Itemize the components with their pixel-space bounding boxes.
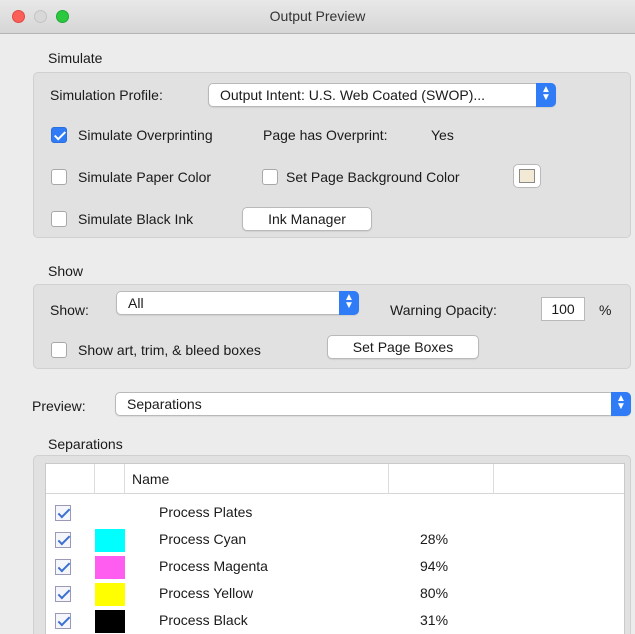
- title-bar: Output Preview: [0, 0, 635, 34]
- column-divider: [493, 464, 494, 494]
- separation-visibility-checkbox[interactable]: [55, 613, 71, 629]
- simulate-black-ink-checkbox[interactable]: [51, 211, 67, 227]
- warning-opacity-label: Warning Opacity:: [390, 302, 497, 318]
- show-label: Show:: [50, 302, 89, 318]
- separation-coverage-value: 28%: [420, 531, 449, 547]
- simulation-profile-select[interactable]: Output Intent: U.S. Web Coated (SWOP)...…: [208, 83, 556, 107]
- separation-color-swatch: [95, 529, 125, 552]
- separation-visibility-checkbox[interactable]: [55, 505, 71, 521]
- separation-name: Process Magenta: [159, 558, 268, 574]
- simulate-overprinting-checkbox[interactable]: [51, 127, 67, 143]
- show-boxes-checkbox[interactable]: [51, 342, 67, 358]
- simulate-overprinting-label: Simulate Overprinting: [78, 127, 213, 143]
- show-select[interactable]: All ▲ ▼: [116, 291, 359, 315]
- ink-manager-button[interactable]: Ink Manager: [242, 207, 372, 231]
- separation-color-swatch: [95, 583, 125, 606]
- set-page-background-color-checkbox[interactable]: [262, 169, 278, 185]
- simulate-paper-color-label: Simulate Paper Color: [78, 169, 212, 185]
- simulate-group: Simulation Profile: Output Intent: U.S. …: [33, 72, 631, 238]
- separation-visibility-checkbox[interactable]: [55, 532, 71, 548]
- simulate-section-label: Simulate: [48, 50, 103, 66]
- separation-visibility-checkbox[interactable]: [55, 586, 71, 602]
- separation-coverage-value: 31%: [420, 612, 449, 628]
- separation-row[interactable]: Process Black 31%: [46, 608, 624, 634]
- separation-name: Process Yellow: [159, 585, 254, 601]
- percent-label: %: [599, 302, 612, 318]
- separation-color-swatch: [95, 610, 125, 633]
- separation-row[interactable]: Process Plates: [46, 500, 624, 527]
- preview-label: Preview:: [32, 398, 86, 414]
- separations-table-header: Name: [46, 464, 624, 494]
- set-page-boxes-button[interactable]: Set Page Boxes: [327, 335, 479, 359]
- separation-coverage-value: 94%: [420, 558, 449, 574]
- simulate-paper-color-checkbox[interactable]: [51, 169, 67, 185]
- separations-section-label: Separations: [48, 436, 123, 452]
- separation-row[interactable]: Process Cyan 28%: [46, 527, 624, 554]
- preview-select[interactable]: Separations ▲ ▼: [115, 392, 631, 416]
- separation-coverage-value: 80%: [420, 585, 449, 601]
- popup-stepper-icon: ▲ ▼: [339, 291, 359, 315]
- separations-table: Name Process Plates Process Cyan 28% Proces…: [45, 463, 625, 634]
- separations-group: Name Process Plates Process Cyan 28% Proces…: [33, 455, 631, 634]
- show-value: All: [128, 295, 144, 311]
- separation-visibility-checkbox[interactable]: [55, 559, 71, 575]
- show-group: Show: All ▲ ▼ Warning Opacity: 100 % Show…: [33, 284, 631, 369]
- simulation-profile-value: Output Intent: U.S. Web Coated (SWOP)...: [220, 87, 486, 103]
- separation-color-swatch: [95, 556, 125, 579]
- warning-opacity-input[interactable]: 100: [541, 297, 585, 321]
- page-has-overprint-value: Yes: [431, 127, 454, 143]
- page-background-color-swatch[interactable]: [513, 164, 541, 188]
- show-section-label: Show: [48, 263, 84, 279]
- popup-stepper-icon: ▲ ▼: [611, 392, 631, 416]
- page-has-overprint-label: Page has Overprint:: [263, 127, 388, 143]
- preview-value: Separations: [127, 396, 202, 412]
- background-color-swatch-fill: [519, 169, 535, 183]
- simulate-black-ink-label: Simulate Black Ink: [78, 211, 194, 227]
- column-header-name[interactable]: Name: [132, 471, 169, 487]
- separation-name: Process Plates: [159, 504, 253, 520]
- separation-row[interactable]: Process Magenta 94%: [46, 554, 624, 581]
- separation-name: Process Cyan: [159, 531, 247, 547]
- column-divider: [388, 464, 389, 494]
- simulation-profile-label: Simulation Profile:: [50, 87, 163, 103]
- show-boxes-label: Show art, trim, & bleed boxes: [78, 342, 261, 358]
- set-page-background-color-label: Set Page Background Color: [286, 169, 460, 185]
- popup-stepper-icon: ▲ ▼: [536, 83, 556, 107]
- window-title: Output Preview: [269, 8, 366, 24]
- separation-name: Process Black: [159, 612, 248, 628]
- separation-row[interactable]: Process Yellow 80%: [46, 581, 624, 608]
- column-divider: [124, 464, 125, 494]
- column-divider: [94, 464, 95, 494]
